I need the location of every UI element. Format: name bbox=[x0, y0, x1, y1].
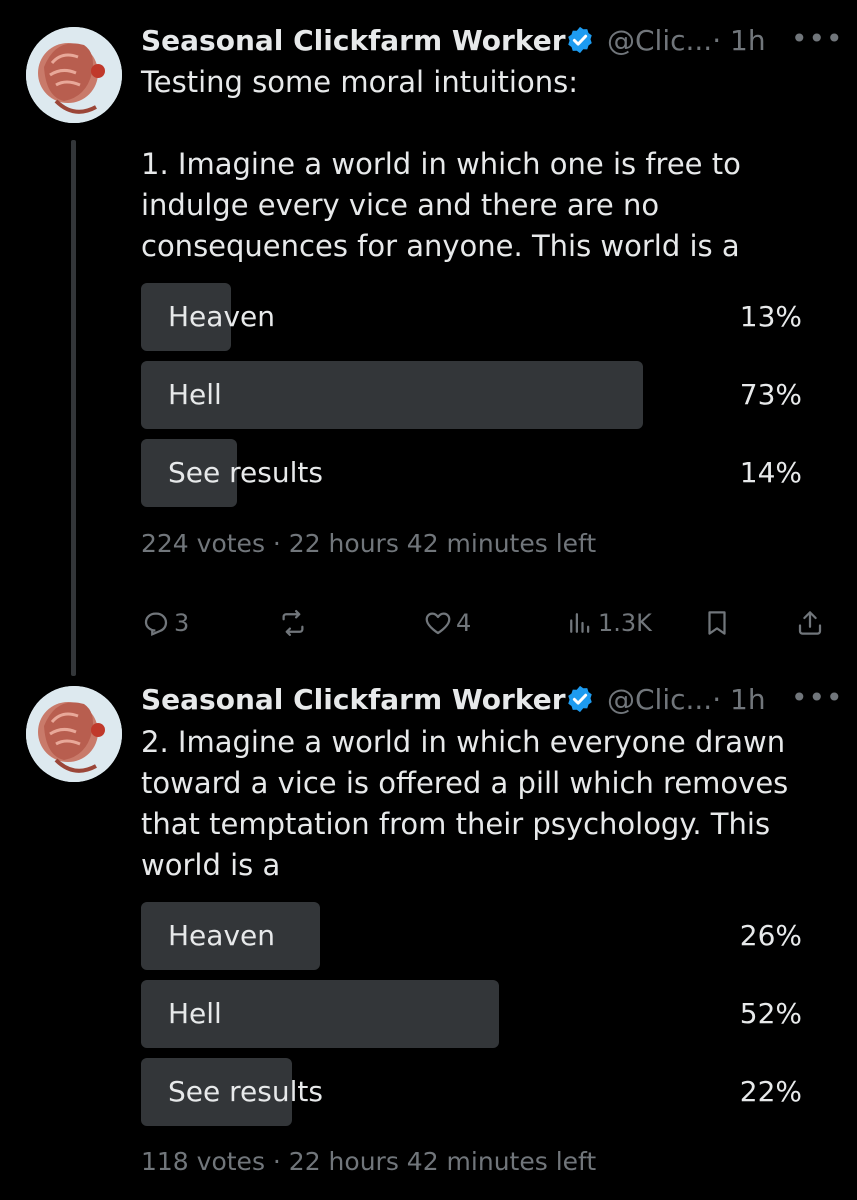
bookmark-icon bbox=[708, 611, 726, 635]
more-horizontal-icon[interactable]: ••• bbox=[791, 22, 844, 55]
verified-badge-icon bbox=[568, 26, 592, 54]
reply-icon bbox=[144, 612, 168, 636]
post-time[interactable]: · 1h bbox=[712, 683, 765, 716]
poll-option-label[interactable]: See results bbox=[168, 1075, 323, 1108]
poll-option[interactable]: See results 14% bbox=[141, 439, 802, 507]
poll-option-label: Hell bbox=[168, 997, 222, 1030]
avatar-illustration bbox=[26, 27, 122, 123]
share-icon bbox=[798, 611, 822, 635]
thread-connector-line bbox=[71, 140, 76, 676]
post-text: Testing some moral intuitions: 1. Imagin… bbox=[141, 65, 741, 263]
poll-option-percent: 73% bbox=[739, 378, 802, 411]
poll-option: Heaven 26% bbox=[141, 902, 802, 970]
author-name[interactable]: Seasonal Clickfarm Worker bbox=[141, 24, 566, 57]
post-header: Seasonal Clickfarm Worker @Clic...· 1h •… bbox=[141, 681, 843, 727]
poll-option-label: Hell bbox=[168, 378, 222, 411]
like-button[interactable]: 4 bbox=[423, 603, 471, 643]
bookmark-button[interactable] bbox=[702, 603, 732, 643]
repost-icon bbox=[282, 610, 304, 636]
poll-option-percent: 52% bbox=[739, 997, 802, 1030]
repost-button[interactable] bbox=[278, 603, 311, 643]
author-name[interactable]: Seasonal Clickfarm Worker bbox=[141, 683, 566, 716]
poll-option-percent: 13% bbox=[739, 300, 802, 333]
views-count: 1.3K bbox=[598, 609, 652, 637]
poll-option[interactable]: See results 22% bbox=[141, 1058, 802, 1126]
analytics-icon bbox=[570, 613, 590, 633]
poll-option-percent: 14% bbox=[739, 456, 802, 489]
poll-option: Hell 52% bbox=[141, 980, 802, 1048]
poll-option-label[interactable]: See results bbox=[168, 456, 323, 489]
poll-option: Heaven 13% bbox=[141, 283, 802, 351]
author-handle-time[interactable]: @Clic...· 1h bbox=[607, 683, 766, 716]
author-handle[interactable]: @Clic... bbox=[607, 683, 712, 716]
post-time[interactable]: · 1h bbox=[712, 24, 765, 57]
views-button[interactable]: 1.3K bbox=[565, 603, 652, 643]
reply-button[interactable]: 3 bbox=[141, 603, 189, 643]
poll-summary: 224 votes · 22 hours 42 minutes left bbox=[141, 529, 597, 558]
poll-option-label: Heaven bbox=[168, 919, 275, 952]
avatar[interactable] bbox=[26, 686, 122, 782]
heart-icon bbox=[425, 612, 451, 635]
share-button[interactable] bbox=[795, 603, 825, 643]
poll-option-percent: 26% bbox=[739, 919, 802, 952]
avatar-illustration bbox=[26, 686, 122, 782]
poll-option-label: Heaven bbox=[168, 300, 275, 333]
like-count: 4 bbox=[456, 609, 472, 637]
poll-summary: 118 votes · 22 hours 42 minutes left bbox=[141, 1147, 597, 1176]
more-horizontal-icon[interactable]: ••• bbox=[791, 681, 844, 714]
post-text: 2. Imagine a world in which everyone dra… bbox=[141, 725, 789, 882]
author-handle-time[interactable]: @Clic...· 1h bbox=[607, 24, 766, 57]
avatar[interactable] bbox=[26, 27, 122, 123]
action-bar: 3 4 1.3K bbox=[141, 603, 831, 643]
poll-option: Hell 73% bbox=[141, 361, 802, 429]
poll-option-percent: 22% bbox=[739, 1075, 802, 1108]
author-handle[interactable]: @Clic... bbox=[607, 24, 712, 57]
reply-count: 3 bbox=[174, 609, 190, 637]
verified-badge-icon bbox=[568, 685, 592, 713]
